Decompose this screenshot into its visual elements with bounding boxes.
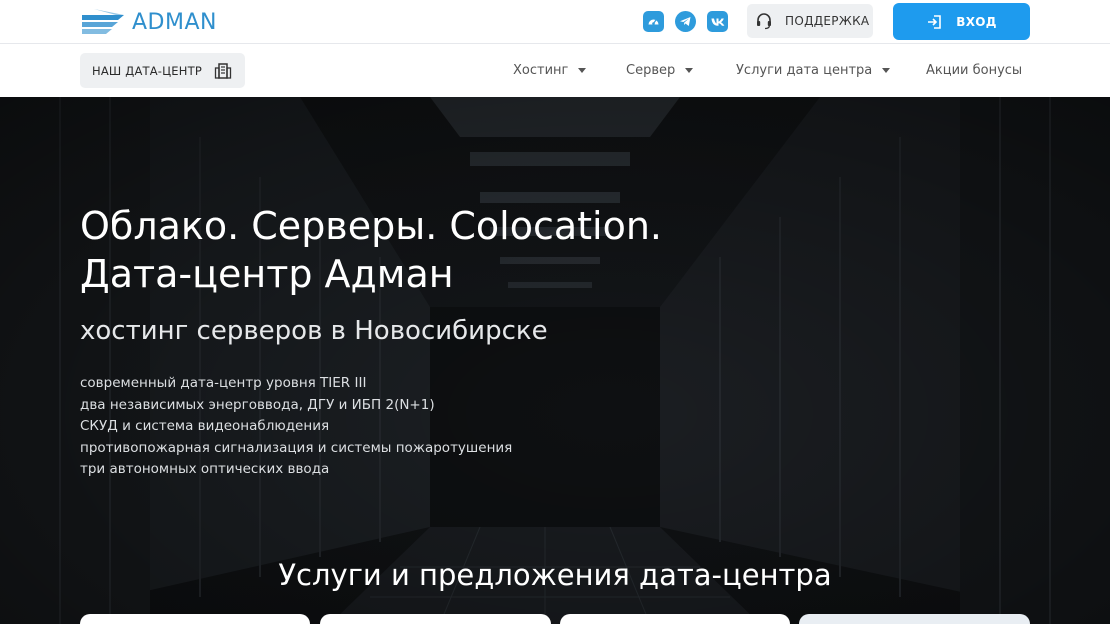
hero-title-line-2: Дата-центр Адман [80,252,454,296]
hero-title: Облако. Серверы. Colocation. Дата-центр … [80,202,840,298]
hero-subtitle: хостинг серверов в Новосибирске [80,316,548,346]
datacenter-label: НАШ ДАТА-ЦЕНТР [92,63,202,78]
feature-item: два независимых энерговвода, ДГУ и ИБП 2… [80,396,435,413]
sign-in-icon [928,14,942,29]
telegram-icon[interactable] [675,11,696,32]
support-label: ПОДДЕРЖКА [785,14,870,28]
login-label: ВХОД [956,14,997,29]
nav-item-label: Акции бонусы [926,63,1023,78]
hero-title-line-1: Облако. Серверы. Colocation. [80,204,663,248]
hero-section: Облако. Серверы. Colocation. Дата-центр … [0,97,1110,624]
caret-down-icon [685,68,694,73]
feature-item: три автономных оптических ввода [80,461,330,477]
services-heading: Услуги и предложения дата-центра [278,558,832,592]
logo-mark-icon [82,9,124,34]
feature-item: современный дата-центр уровня TIER III [80,375,367,391]
nav-item-datacenter-services[interactable]: Услуги дата центра [736,63,891,78]
service-card[interactable] [560,614,790,624]
feature-item: СКУД и система видеонаблюдения [80,418,330,434]
service-card[interactable] [320,614,551,624]
hero-feature-list: современный дата-центр уровня TIER III д… [80,373,512,481]
logo-text: ADMAN [132,9,217,35]
headset-icon [757,13,771,30]
nav-item-promotions[interactable]: Акции бонусы [926,63,1022,78]
nav-item-server[interactable]: Сервер [626,63,694,78]
building-icon [214,62,232,79]
dashboard-icon[interactable] [643,11,664,32]
vk-icon[interactable] [707,11,728,32]
caret-down-icon [578,68,587,73]
nav-item-label: Сервер [626,63,676,78]
nav-item-label: Услуги дата центра [736,63,873,78]
service-card[interactable] [80,614,310,624]
top-bar: ADMAN ПОДДЕРЖКА ВХОД [0,0,1110,44]
support-button[interactable]: ПОДДЕРЖКА [747,4,873,38]
caret-down-icon [882,68,891,73]
datacenter-button[interactable]: НАШ ДАТА-ЦЕНТР [80,53,245,88]
login-button[interactable]: ВХОД [893,3,1030,40]
nav-item-hosting[interactable]: Хостинг [513,63,587,78]
service-card[interactable] [799,614,1030,624]
logo[interactable]: ADMAN [80,6,217,38]
nav-item-label: Хостинг [513,63,569,78]
hero-overlay [0,97,1110,624]
feature-item: противопожарная сигнализация и системы п… [80,439,513,456]
nav-bar: НАШ ДАТА-ЦЕНТР Хостинг Сервер Услуги дат… [0,45,1110,97]
